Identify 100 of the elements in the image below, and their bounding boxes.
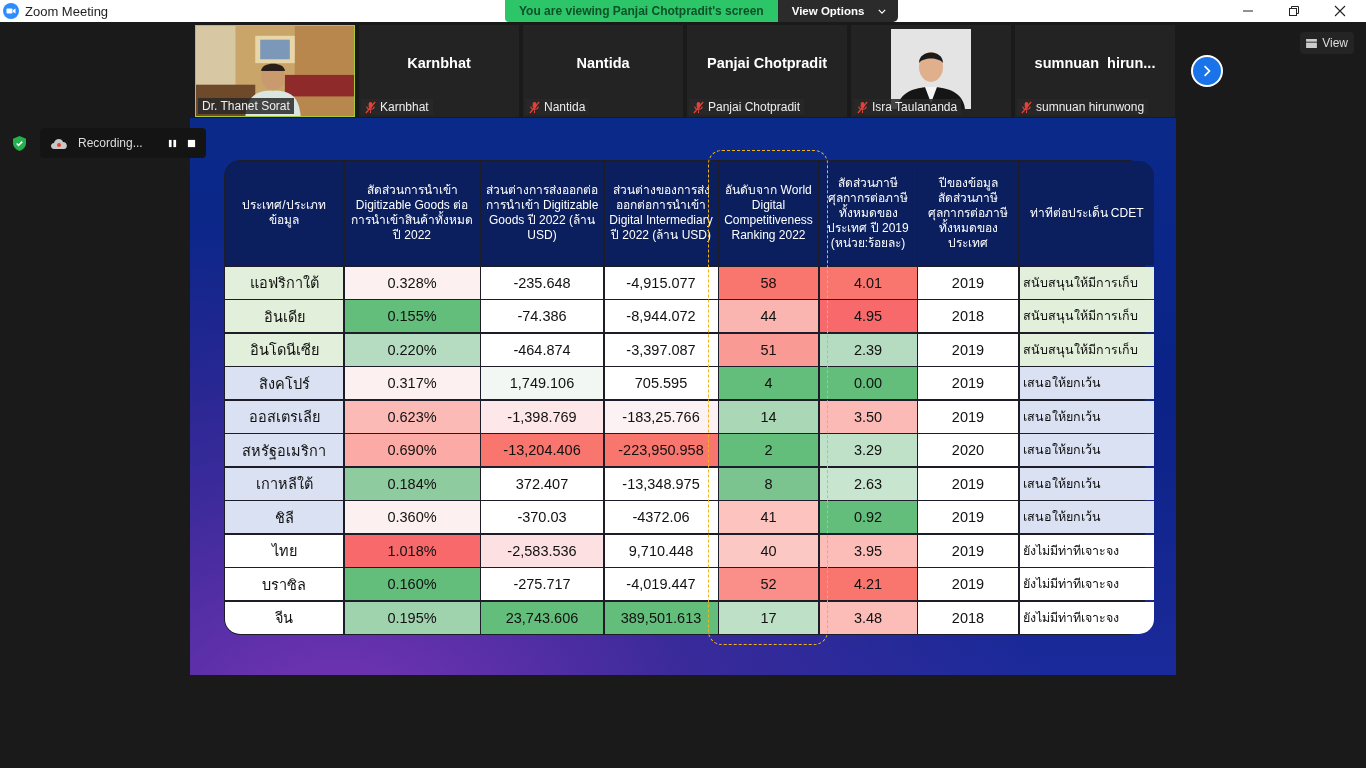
participant-label: Karnbhat: [380, 100, 429, 114]
shield-icon: [13, 135, 26, 151]
restore-icon[interactable]: [1288, 5, 1300, 17]
table-cell: 2: [719, 434, 818, 466]
table-cell: 4.95: [819, 300, 917, 332]
table-cell: ยังไม่มีท่าทีเจาะจง: [1019, 534, 1154, 567]
table-cell: -370.03: [481, 501, 603, 533]
participant-tile[interactable]: Dr. Thanet Sorat: [195, 25, 355, 117]
table-cell: 3.29: [819, 434, 917, 466]
column-header: ส่วนต่างการส่งออกต่อการนำเข้า Digitizable Goods ปี 2022 (ล้าน USD): [481, 161, 603, 265]
table-cell: 1.018%: [344, 534, 480, 567]
column-header: ท่าทีต่อประเด็น CDET: [1019, 161, 1154, 265]
grid-icon: [1306, 38, 1318, 48]
table-cell: ออสเตรเลีย: [225, 400, 343, 433]
participant-label: Nantida: [544, 100, 586, 114]
chevron-right-icon: [1203, 64, 1211, 78]
participant-name: Nantida: [576, 55, 630, 71]
table-cell: 52: [719, 568, 818, 600]
column-header: อันดับจาก World Digital Competitiveness Ranking 2022: [719, 161, 818, 265]
table-cell: สนับสนุนให้มีการเก็บ: [1019, 266, 1154, 299]
view-button[interactable]: View: [1300, 32, 1354, 54]
table-cell: 0.92: [819, 501, 917, 533]
table-cell: 2019: [918, 400, 1018, 433]
table-cell: 2019: [918, 534, 1018, 567]
table-cell: 3.50: [819, 400, 917, 433]
table-cell: เสนอให้ยกเว้น: [1019, 367, 1154, 399]
table-cell: -275.717: [481, 568, 603, 600]
participant-tile[interactable]: sumnuan hirun... sumnuan hirunwong: [1015, 25, 1175, 117]
participant-label: Dr. Thanet Sorat: [202, 99, 290, 113]
table-cell: 0.00: [819, 367, 917, 399]
table-cell: 0.623%: [344, 400, 480, 433]
table-cell: -4,915.077: [604, 266, 718, 299]
table-cell: 4.21: [819, 568, 917, 600]
table-cell: 0.317%: [344, 367, 480, 399]
table-cell: บราซิล: [225, 568, 343, 600]
pause-icon[interactable]: [168, 138, 177, 148]
table-cell: ไทย: [225, 534, 343, 567]
table-cell: 2019: [918, 367, 1018, 399]
table-cell: 17: [719, 601, 818, 634]
participant-tile[interactable]: Karnbhat Karnbhat: [359, 25, 519, 117]
table-cell: -223,950.958: [604, 434, 718, 466]
table-cell: 4: [719, 367, 818, 399]
table-cell: 8: [719, 467, 818, 500]
table-cell: 2019: [918, 266, 1018, 299]
table-cell: 4.01: [819, 266, 917, 299]
participant-label: sumnuan hirunwong: [1036, 100, 1145, 114]
table-cell: ยังไม่มีท่าทีเจาะจง: [1019, 568, 1154, 600]
table-cell: 3.95: [819, 534, 917, 567]
table-cell: 2019: [918, 467, 1018, 500]
view-options-button[interactable]: View Options: [777, 0, 899, 22]
table-cell: สิงคโปร์: [225, 367, 343, 399]
table-cell: 2.39: [819, 333, 917, 366]
app-logo-icon: [3, 3, 19, 19]
table-cell: 0.360%: [344, 501, 480, 533]
stop-icon[interactable]: [187, 138, 196, 148]
table-cell: -183,25.766: [604, 400, 718, 433]
table-cell: 0.195%: [344, 601, 480, 634]
table-cell: 372.407: [481, 467, 603, 500]
table-cell: 58: [719, 266, 818, 299]
table-cell: 2.63: [819, 467, 917, 500]
table-cell: 0.220%: [344, 333, 480, 366]
table-cell: 44: [719, 300, 818, 332]
table-cell: 0.184%: [344, 467, 480, 500]
table-cell: สหรัฐอเมริกา: [225, 434, 343, 466]
column-header: ปีของข้อมูลสัดส่วนภาษีศุลกากรต่อภาษีทั้งหมดของประเทศ: [918, 161, 1018, 265]
participant-label: Isra Taulananda: [872, 100, 958, 114]
participant-tile[interactable]: Nantida Nantida: [523, 25, 683, 117]
cloud-icon: [50, 137, 68, 149]
share-banner: You are viewing Panjai Chotpradit's screen: [505, 0, 778, 22]
table-cell: 0.160%: [344, 568, 480, 600]
table-cell: 389,501.613: [604, 601, 718, 634]
table-cell: -8,944.072: [604, 300, 718, 332]
table-cell: -235.648: [481, 266, 603, 299]
table-cell: 3.48: [819, 601, 917, 634]
table-cell: 2020: [918, 434, 1018, 466]
participant-tile[interactable]: Panjai Chotpradit Panjai Chotpradit: [687, 25, 847, 117]
table-cell: -3,397.087: [604, 333, 718, 366]
table-cell: -4,019.447: [604, 568, 718, 600]
table-cell: เสนอให้ยกเว้น: [1019, 501, 1154, 533]
table-cell: สนับสนุนให้มีการเก็บ: [1019, 333, 1154, 366]
table-cell: เสนอให้ยกเว้น: [1019, 400, 1154, 433]
table-cell: 0.155%: [344, 300, 480, 332]
table-cell: -464.874: [481, 333, 603, 366]
table-cell: สนับสนุนให้มีการเก็บ: [1019, 300, 1154, 332]
column-header: สัดส่วนภาษีศุลกากรต่อภาษีทั้งหมดของประเทศ ปี 2019 (หน่วย:ร้อยละ): [819, 161, 917, 265]
table-cell: 2019: [918, 501, 1018, 533]
table-cell: 40: [719, 534, 818, 567]
table-cell: -13,348.975: [604, 467, 718, 500]
table-cell: 2019: [918, 333, 1018, 366]
caret-icon: [878, 8, 887, 14]
table-cell: -4372.06: [604, 501, 718, 533]
participant-tile[interactable]: Isra Taulananda: [851, 25, 1011, 117]
participant-name: sumnuan hirun...: [1034, 55, 1156, 71]
participant-name: Karnbhat: [407, 55, 471, 71]
table-cell: -1,398.769: [481, 400, 603, 433]
next-page-button[interactable]: [1191, 55, 1223, 87]
table-cell: เกาหลีใต้: [225, 467, 343, 500]
close-icon[interactable]: [1334, 5, 1346, 17]
table-cell: 14: [719, 400, 818, 433]
recording-label: Recording...: [78, 136, 144, 150]
